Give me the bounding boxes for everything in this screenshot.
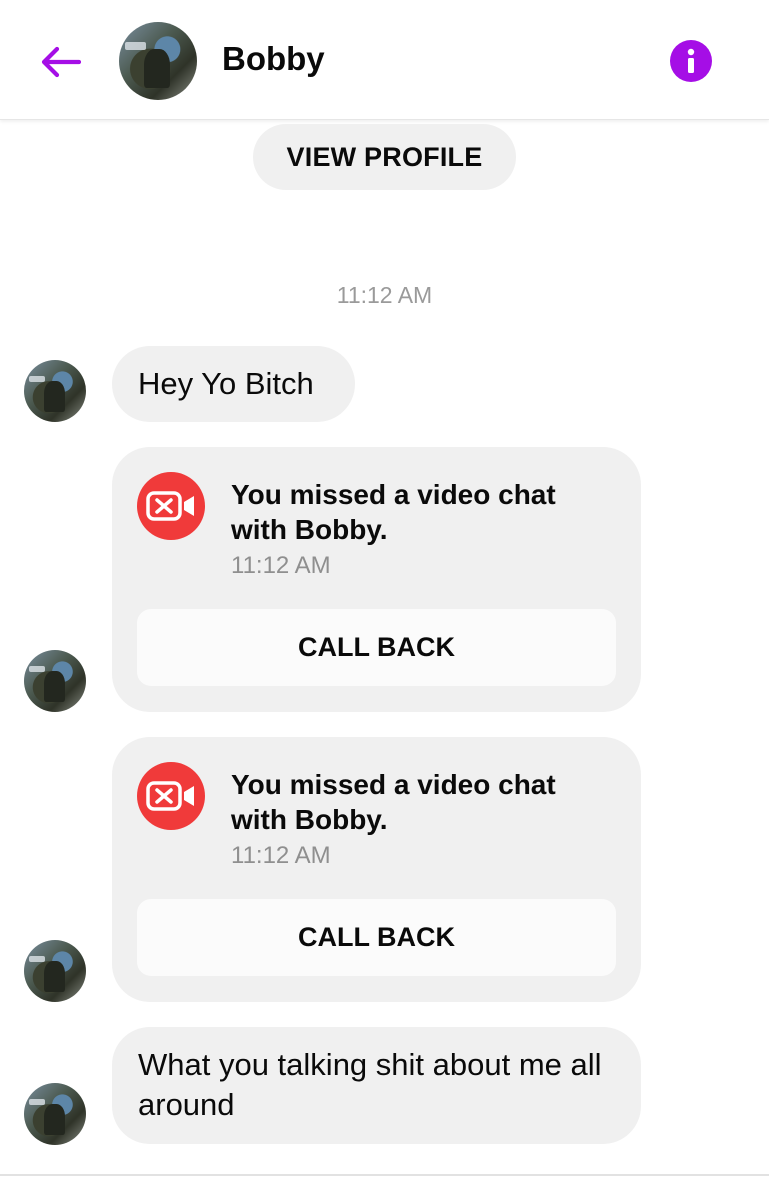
- info-button[interactable]: [670, 40, 712, 82]
- missed-call-title: You missed a video chat with Bobby.: [231, 769, 556, 835]
- arrow-left-icon: [41, 46, 81, 78]
- contact-avatar[interactable]: [119, 22, 197, 100]
- message-bubble[interactable]: Hey Yo Bitch: [112, 346, 355, 422]
- sender-avatar[interactable]: [24, 650, 86, 712]
- missed-call-title: You missed a video chat with Bobby.: [231, 479, 556, 545]
- view-profile-button[interactable]: VIEW PROFILE: [253, 124, 516, 190]
- missed-video-call-icon: [137, 472, 205, 540]
- message-text: Hey Yo Bitch: [138, 366, 314, 401]
- conversation-timestamp: 11:12 AM: [336, 282, 433, 308]
- info-icon: [687, 48, 695, 73]
- conversation-header: Bobby: [0, 0, 769, 120]
- sender-avatar[interactable]: [24, 360, 86, 422]
- missed-call-time: 11:12 AM: [231, 552, 331, 579]
- contact-name[interactable]: Bobby: [222, 40, 325, 78]
- missed-call-time: 11:12 AM: [231, 842, 331, 869]
- call-back-button[interactable]: CALL BACK: [137, 899, 616, 976]
- message-text: What you talking shit about me all aroun…: [138, 1047, 602, 1122]
- divider: [0, 1174, 769, 1176]
- missed-call-card: You missed a video chat with Bobby. 11:1…: [112, 447, 641, 712]
- missed-call-card: You missed a video chat with Bobby. 11:1…: [112, 737, 641, 1002]
- back-button[interactable]: [36, 40, 84, 84]
- sender-avatar[interactable]: [24, 940, 86, 1002]
- sender-avatar[interactable]: [24, 1083, 86, 1145]
- call-back-button[interactable]: CALL BACK: [137, 609, 616, 686]
- message-bubble[interactable]: What you talking shit about me all aroun…: [112, 1027, 641, 1144]
- missed-video-call-icon: [137, 762, 205, 830]
